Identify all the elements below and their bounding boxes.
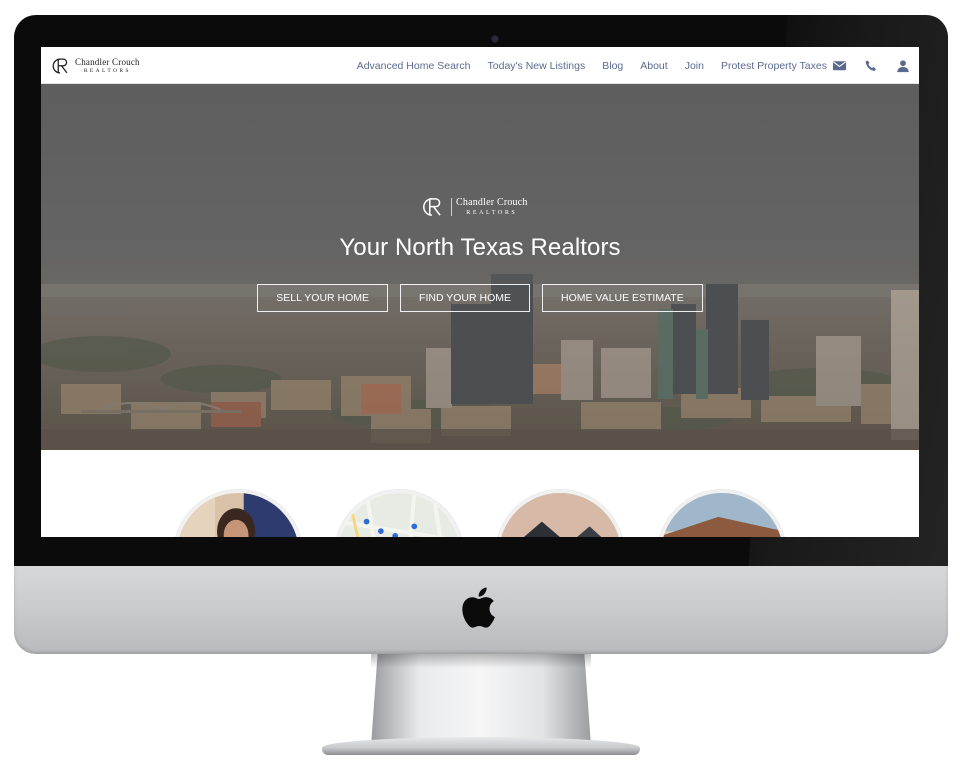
logo-sub: REALTORS: [83, 67, 131, 74]
site-navbar: Chandler Crouch REALTORS Advanced Home S…: [41, 47, 919, 84]
website-screen: Chandler Crouch REALTORS Advanced Home S…: [41, 47, 919, 537]
nav-links: Advanced Home Search Today's New Listing…: [340, 47, 827, 84]
map-image[interactable]: [335, 490, 463, 537]
imac-stand-shadow: [371, 654, 591, 668]
hero-logo-name: Chandler Crouch: [456, 197, 528, 208]
hero-title-wrap: Your North Texas Realtors: [41, 234, 919, 262]
nav-link-protest-taxes[interactable]: Protest Property Taxes: [721, 60, 827, 72]
nav-link-blog[interactable]: Blog: [602, 60, 623, 72]
hero-title: Your North Texas Realtors: [339, 234, 621, 261]
nav-link-about[interactable]: About: [640, 60, 667, 72]
hero-logo: Chandler Crouch REALTORS: [419, 194, 541, 220]
envelope-icon[interactable]: [831, 58, 847, 74]
cr-monogram-icon: [423, 198, 441, 216]
hero-buttons: SELL YOUR HOME FIND YOUR HOME HOME VALUE…: [41, 284, 919, 312]
feature-circles-section: [41, 450, 919, 537]
home-value-estimate-button[interactable]: HOME VALUE ESTIMATE: [542, 284, 703, 312]
cr-monogram-icon: [52, 58, 68, 74]
modern-home-image[interactable]: [496, 490, 624, 537]
nav-link-advanced-search[interactable]: Advanced Home Search: [357, 60, 471, 72]
hero-section: Chandler Crouch REALTORS Your North Texa…: [41, 84, 919, 450]
imac-stand-base: [322, 737, 640, 755]
hero-overlay: [41, 84, 919, 450]
phone-icon[interactable]: [863, 58, 879, 74]
site-logo[interactable]: Chandler Crouch REALTORS: [50, 55, 140, 77]
apple-logo-icon: [462, 587, 495, 628]
agent-photo[interactable]: [174, 490, 302, 537]
nav-link-new-listings[interactable]: Today's New Listings: [488, 60, 586, 72]
logo-text: Chandler Crouch REALTORS: [75, 56, 140, 75]
villa-home-image[interactable]: [658, 490, 786, 537]
user-icon[interactable]: [895, 58, 911, 74]
hero-logo-sub: REALTORS: [466, 210, 518, 216]
logo-name: Chandler Crouch: [75, 56, 140, 67]
hero-logo-text: Chandler Crouch REALTORS: [451, 198, 528, 216]
camera: [492, 36, 498, 42]
nav-icons: [815, 47, 911, 84]
nav-link-join[interactable]: Join: [685, 60, 704, 72]
sell-your-home-button[interactable]: SELL YOUR HOME: [257, 284, 389, 312]
find-your-home-button[interactable]: FIND YOUR HOME: [400, 284, 531, 312]
